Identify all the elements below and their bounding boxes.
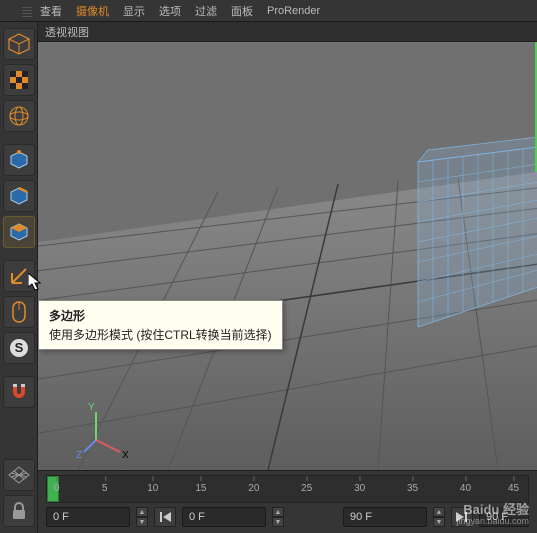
svg-text:Y: Y [88, 402, 95, 413]
magnet-icon [8, 381, 30, 403]
cube-face-icon [8, 221, 30, 243]
grid-diamond-icon [7, 465, 31, 485]
axis-mode-button[interactable] [3, 260, 35, 292]
watermark: Baidu 经验 jingyan.baidu.com [456, 503, 529, 527]
menu-filter[interactable]: 过滤 [195, 3, 217, 19]
checker-icon [8, 69, 30, 91]
tick-40: 40 [460, 483, 471, 494]
goto-start-button[interactable] [154, 507, 176, 527]
tooltip-body: 使用多边形模式 (按住CTRL转换当前选择) [49, 326, 272, 343]
cube-edge-icon [8, 185, 30, 207]
mode-toolbar: S [0, 22, 38, 533]
lock-button[interactable] [3, 495, 35, 527]
menu-prorender[interactable]: ProRender [267, 5, 320, 17]
polygon-mode-button[interactable] [3, 216, 35, 248]
lock-icon [10, 501, 28, 521]
watermark-url: jingyan.baidu.com [456, 517, 529, 527]
goto-start-icon [159, 512, 171, 522]
texture-mode-button[interactable] [3, 64, 35, 96]
menu-view[interactable]: 查看 [40, 3, 62, 19]
tick-15: 15 [195, 483, 206, 494]
menu-camera[interactable]: 摄像机 [76, 3, 109, 19]
menu-grip-icon[interactable] [22, 5, 32, 17]
menu-options[interactable]: 选项 [159, 3, 181, 19]
svg-text:S: S [14, 340, 23, 355]
polygon-mode-tooltip: 多边形 使用多边形模式 (按住CTRL转换当前选择) [38, 300, 283, 350]
tick-5: 5 [102, 483, 108, 494]
viewport-canvas-icon: Y X Z [38, 42, 537, 470]
svg-text:Z: Z [76, 450, 82, 461]
menu-panel[interactable]: 面板 [231, 3, 253, 19]
tick-20: 20 [248, 483, 259, 494]
edge-mode-button[interactable] [3, 180, 35, 212]
snap-button[interactable]: S [3, 332, 35, 364]
sculpt-mode-button[interactable] [3, 296, 35, 328]
tick-45: 45 [508, 483, 519, 494]
tick-35: 35 [407, 483, 418, 494]
uv-mode-button[interactable] [3, 100, 35, 132]
menu-bar: 查看 摄像机 显示 选项 过滤 面板 ProRender [0, 0, 537, 22]
model-mode-button[interactable] [3, 28, 35, 60]
mouse-icon [9, 300, 29, 324]
tick-10: 10 [147, 483, 158, 494]
menu-display[interactable]: 显示 [123, 3, 145, 19]
timeline-ruler[interactable]: 0 5 10 15 20 25 30 35 40 45 [46, 475, 529, 503]
axis-icon [8, 265, 30, 287]
perspective-viewport[interactable]: Y X Z [38, 42, 537, 470]
cube-wire-icon [7, 32, 31, 56]
point-mode-button[interactable] [3, 144, 35, 176]
viewport-title: 透视视图 [45, 24, 89, 40]
end-frame-field[interactable]: 90 F [343, 507, 427, 527]
tick-25: 25 [301, 483, 312, 494]
tick-30: 30 [354, 483, 365, 494]
start-frame-field[interactable]: 0 F [182, 507, 266, 527]
tick-0: 0 [54, 483, 60, 494]
sphere-grid-icon [8, 105, 30, 127]
watermark-brand: Baidu 经验 [456, 503, 529, 517]
current-frame-field[interactable]: 0 F [46, 507, 130, 527]
viewport-title-bar: 透视视图 [0, 22, 537, 42]
tooltip-title: 多边形 [49, 307, 272, 324]
start-stepper[interactable]: ▲▼ [272, 507, 284, 527]
s-badge-icon: S [8, 337, 30, 359]
frame-stepper[interactable]: ▲▼ [136, 507, 148, 527]
svg-text:X: X [122, 450, 129, 461]
end-stepper[interactable]: ▲▼ [433, 507, 445, 527]
cube-point-icon [8, 149, 30, 171]
workplane-button[interactable] [3, 459, 35, 491]
magnet-button[interactable] [3, 376, 35, 408]
